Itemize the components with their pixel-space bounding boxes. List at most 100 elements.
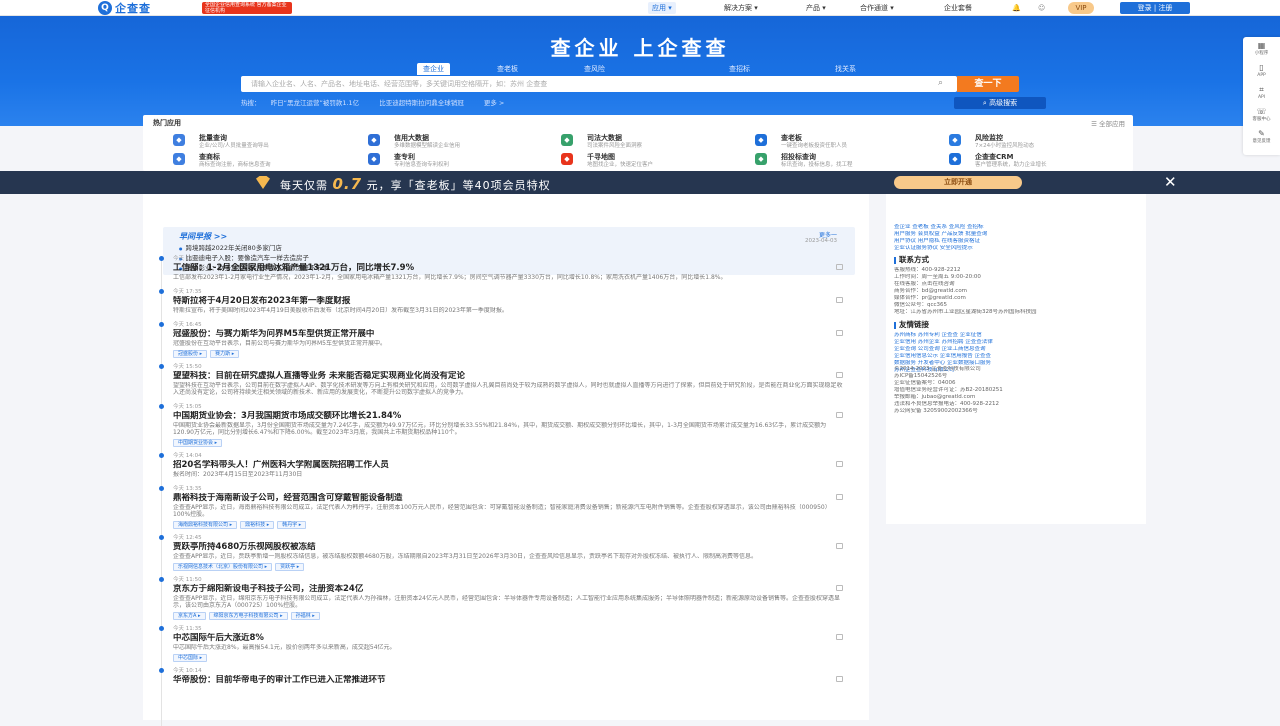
app-item[interactable]: ◆ 信用大数据 多维数据模型解读企业信用 xyxy=(368,133,558,149)
sidebar-line: 违法和不良信息举报电话：400-928-2212 xyxy=(894,401,999,407)
tab-relation[interactable]: 找关系 xyxy=(835,63,856,75)
news-title[interactable]: 中国期货业协会：3月我国期货市场成交额环比增长21.84% xyxy=(173,411,845,422)
sidebar-line[interactable]: 企业信用信息公示 企业信用报告 企查查 xyxy=(894,353,1138,360)
app-item[interactable]: ◆ 千寻地图 地图找企业，快速定位客户 xyxy=(561,152,751,168)
feedback-button[interactable]: ✎ 意见反馈 xyxy=(1243,129,1280,149)
comment-icon[interactable] xyxy=(836,372,843,378)
user-icon[interactable]: ☺ xyxy=(1038,2,1045,14)
hot-item[interactable]: 比亚迪超特斯拉问鼎全球销冠 xyxy=(379,99,464,107)
entity-tag[interactable]: 孙福林 ▸ xyxy=(290,612,320,620)
search-button[interactable]: 查一下 xyxy=(957,76,1019,92)
news-item[interactable]: 今天 15:50 望望科技：目前在研究虚拟人直播等业务 未来能否稳定实现商业化尚没… xyxy=(159,364,845,396)
app-item[interactable]: ◆ 司法大数据 司法案件风险全面洞察 xyxy=(561,133,751,149)
tab-risk[interactable]: 查风险 xyxy=(584,63,605,75)
app-item[interactable]: ◆ 企查查CRM 客户管理系统，助力企业增长 xyxy=(949,152,1139,168)
sidebar-line[interactable]: 用户协议 用户隐私 在线客服资格证 xyxy=(894,238,1138,245)
sidebar-line[interactable]: 企业查询 公司查询 企业工商信息查询 xyxy=(894,346,1138,353)
search-input[interactable]: 请输入企业名、人名、产品名、地址电话、经营范围等，多关键词用空格隔开，如：苏州 … xyxy=(241,76,957,92)
sidebar-line[interactable]: 用户服务 会员权益 产品反馈 批量查询 xyxy=(894,231,1138,238)
entity-tag[interactable]: 鼎裕科技 ▸ xyxy=(240,521,275,529)
news-title[interactable]: 华帝股份：目前华帝电子的审计工作已进入正常推进环节 xyxy=(173,675,845,686)
news-title[interactable]: 京东方于绵阳新设电子科技子公司，注册资本24亿 xyxy=(173,584,845,595)
comment-icon[interactable] xyxy=(836,297,843,303)
news-title[interactable]: 冠盛股份：与赛力斯华为问界M5车型供货正常开展中 xyxy=(173,329,845,340)
app-item[interactable]: ◆ 查老板 一键查询老板投资任职人员 xyxy=(755,133,945,149)
app-download-button[interactable]: ▯ APP xyxy=(1243,63,1280,83)
news-feed: 早间早报 >> 更多一 2023-04-03 跨境跨越2022年关闭80多家门店… xyxy=(143,194,869,726)
news-item[interactable]: 今天 11:35 中芯国际午后大涨近8% 中芯国际午后大涨近8%，最高报54.1元，… xyxy=(159,626,845,662)
api-button[interactable]: ⌗ API xyxy=(1243,85,1280,105)
news-title[interactable]: 招20名学科带头人！广州医科大学附属医院招聘工作人员 xyxy=(173,460,845,471)
hot-more-link[interactable]: 更多 > xyxy=(484,99,505,107)
news-item[interactable]: 今天 10:14 华帝股份：目前华帝电子的审计工作已进入正常推进环节 xyxy=(159,668,845,686)
entity-tag[interactable]: 京东方A ▸ xyxy=(173,612,206,620)
news-item[interactable]: 今天 18:00 工信部：1-2月全国家用电冰箱产量1321万台，同比增长7.9%… xyxy=(159,256,845,281)
news-title[interactable]: 工信部：1-2月全国家用电冰箱产量1321万台，同比增长7.9% xyxy=(173,263,845,274)
brief-item[interactable]: 跨境跨越2022年关闭80多家门店 xyxy=(179,242,282,252)
news-item[interactable]: 今天 12:45 贾跃亭所持4680万乐视网股权被冻结 企查查APP显示，近日，贾跃… xyxy=(159,535,845,571)
timeline-dot xyxy=(159,364,164,369)
entity-tag[interactable]: 中国期货业协会 ▸ xyxy=(173,439,223,447)
tab-bidding[interactable]: 查招标 xyxy=(729,63,750,75)
nav-products[interactable]: 产品 ▾ xyxy=(806,2,826,14)
app-item[interactable]: ◆ 查专利 专利信息查询专利权利 xyxy=(368,152,558,168)
entity-tag[interactable]: 海南鼎裕科技有限公司 ▸ xyxy=(173,521,238,529)
news-item[interactable]: 今天 14:04 招20名学科带头人！广州医科大学附属医院招聘工作人员 报名时间：2… xyxy=(159,453,845,478)
nav-solutions[interactable]: 解决方案 ▾ xyxy=(724,2,758,14)
comment-icon[interactable] xyxy=(836,676,843,682)
close-icon[interactable]: ✕ xyxy=(1164,173,1177,191)
service-center-button[interactable]: ☏ 客服中心 xyxy=(1243,107,1280,127)
sidebar-line[interactable]: 企业信用 苏州企业 苏州招聘 企查查法律 xyxy=(894,339,1138,346)
news-title[interactable]: 贾跃亭所持4680万乐视网股权被冻结 xyxy=(173,542,845,553)
news-title[interactable]: 中芯国际午后大涨近8% xyxy=(173,633,845,644)
sidebar-line[interactable]: 苏州商标 苏州专利 企查查 企业征信 xyxy=(894,332,1138,339)
comment-icon[interactable] xyxy=(836,494,843,500)
comment-icon[interactable] xyxy=(836,264,843,270)
timeline-dot xyxy=(159,626,164,631)
sidebar-line[interactable]: 企业认证服务协议 安全风险提示 xyxy=(894,245,1138,252)
app-item[interactable]: ◆ 批量查询 企业/公司/人员批量查询导出 xyxy=(173,133,363,149)
entity-tag[interactable]: 贾跃亭 ▸ xyxy=(275,563,305,571)
app-item[interactable]: ◆ 查商标 商标查询注册，商标信息查询 xyxy=(173,152,363,168)
bell-icon[interactable]: 🔔 xyxy=(1012,2,1021,14)
news-title[interactable]: 望望科技：目前在研究虚拟人直播等业务 未来能否稳定实现商业化尚没有定论 xyxy=(173,371,845,382)
news-item[interactable]: 今天 11:50 京东方于绵阳新设电子科技子公司，注册资本24亿 企查查APP显示，… xyxy=(159,577,845,620)
tab-boss[interactable]: 查老板 xyxy=(497,63,518,75)
news-title[interactable]: 鼎裕科技于海南新设子公司，经营范围含可穿戴智能设备制造 xyxy=(173,493,845,504)
news-title[interactable]: 特斯拉将于4月20日发布2023年第一季度财报 xyxy=(173,296,845,307)
vip-button[interactable]: VIP xyxy=(1068,2,1094,14)
logo[interactable]: Q 企查查 xyxy=(98,1,151,15)
comment-icon[interactable] xyxy=(836,412,843,418)
hot-item[interactable]: 昨日“黑龙江运营”被罚款1.1亿 xyxy=(271,99,360,107)
sidebar-line[interactable]: 查企业 查老板 查关系 查风险 查招标 xyxy=(894,224,1138,231)
entity-tag[interactable]: 赛力斯 ▸ xyxy=(210,350,240,358)
nav-packages[interactable]: 企业套餐 xyxy=(944,2,972,14)
app-item[interactable]: ◆ 招投标查询 标讯查询，投标信息，找工程 xyxy=(755,152,945,168)
advanced-search-button[interactable]: ⌕ 高级搜索 xyxy=(954,97,1046,109)
news-body: 报名时间：2023年4月15日至2023年11月30日 xyxy=(173,471,303,478)
news-item[interactable]: 今天 16:45 冠盛股份：与赛力斯华为问界M5车型供货正常开展中 冠盛股份在互动平… xyxy=(159,322,845,358)
entity-tag[interactable]: 韩丹宇 ▸ xyxy=(277,521,307,529)
comment-icon[interactable] xyxy=(836,330,843,336)
entity-tag[interactable]: 绵阳京东方电子科技有限公司 ▸ xyxy=(208,612,288,620)
comment-icon[interactable] xyxy=(836,461,843,467)
nav-apps[interactable]: 应用 ▾ xyxy=(648,2,676,14)
mini-program-button[interactable]: ▦ 小程序 xyxy=(1243,41,1280,61)
login-register-button[interactable]: 登录 | 注册 xyxy=(1120,2,1190,14)
entity-tag[interactable]: 乐视网信息技术（北京）股份有限公司 ▸ xyxy=(173,563,273,571)
news-time: 今天 11:50 xyxy=(173,577,202,583)
all-apps-link[interactable]: ☰ 全部应用 xyxy=(1091,118,1125,128)
comment-icon[interactable] xyxy=(836,634,843,640)
news-item[interactable]: 今天 15:05 中国期货业协会：3月我国期货市场成交额环比增长21.84% 中国期… xyxy=(159,404,845,447)
news-item[interactable]: 今天 13:35 鼎裕科技于海南新设子公司，经营范围含可穿戴智能设备制造 企查查AP… xyxy=(159,486,845,529)
open-vip-button[interactable]: 立即开通 xyxy=(894,176,1022,189)
entity-tag[interactable]: 中芯国际 ▸ xyxy=(173,654,208,662)
entity-tag[interactable]: 冠盛股份 ▸ xyxy=(173,350,208,358)
nav-cooperation[interactable]: 合作通道 ▾ xyxy=(860,2,894,14)
app-item[interactable]: ◆ 风险监控 7×24小时监控风险动态 xyxy=(949,133,1139,149)
news-item[interactable]: 今天 17:35 特斯拉将于4月20日发布2023年第一季度财报 特斯拉宣布，将于美… xyxy=(159,289,845,314)
camera-icon[interactable]: ⌕ xyxy=(938,78,943,88)
comment-icon[interactable] xyxy=(836,585,843,591)
tab-company[interactable]: 查企业 xyxy=(417,63,450,75)
comment-icon[interactable] xyxy=(836,543,843,549)
